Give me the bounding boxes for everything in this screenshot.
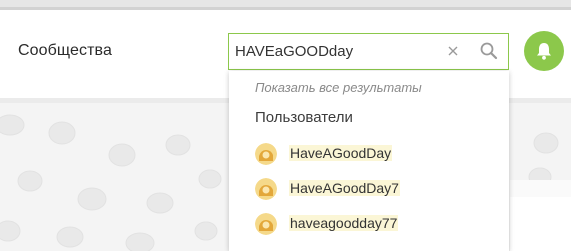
- user-result-item[interactable]: HaveAGoodDay: [255, 141, 495, 167]
- search-results-dropdown: Показать все результаты Пользователи Hav…: [229, 71, 509, 251]
- top-strip: [0, 0, 571, 7]
- side-panel-shadow: [510, 180, 571, 197]
- side-panel: [510, 197, 571, 251]
- user-name: HaveAGoodDay: [289, 145, 393, 161]
- bell-icon: [537, 43, 551, 60]
- close-icon[interactable]: [445, 43, 461, 59]
- search-box: [228, 33, 509, 70]
- search-input[interactable]: [234, 34, 439, 69]
- user-name: HaveAGoodDay7: [289, 180, 400, 196]
- user-result-item[interactable]: HaveAGoodDay7: [255, 176, 495, 202]
- users-section-heading: Пользователи: [255, 109, 353, 126]
- page-title: Сообщества: [18, 42, 112, 59]
- user-name: haveagoodday77: [289, 215, 399, 231]
- avatar: [255, 143, 277, 165]
- avatar: [255, 213, 277, 235]
- search-icon[interactable]: [479, 41, 499, 61]
- avatar: [255, 178, 277, 200]
- user-result-item[interactable]: haveagoodday77: [255, 211, 495, 237]
- notifications-button[interactable]: [524, 31, 564, 71]
- show-all-results-link[interactable]: Показать все результаты: [255, 80, 422, 95]
